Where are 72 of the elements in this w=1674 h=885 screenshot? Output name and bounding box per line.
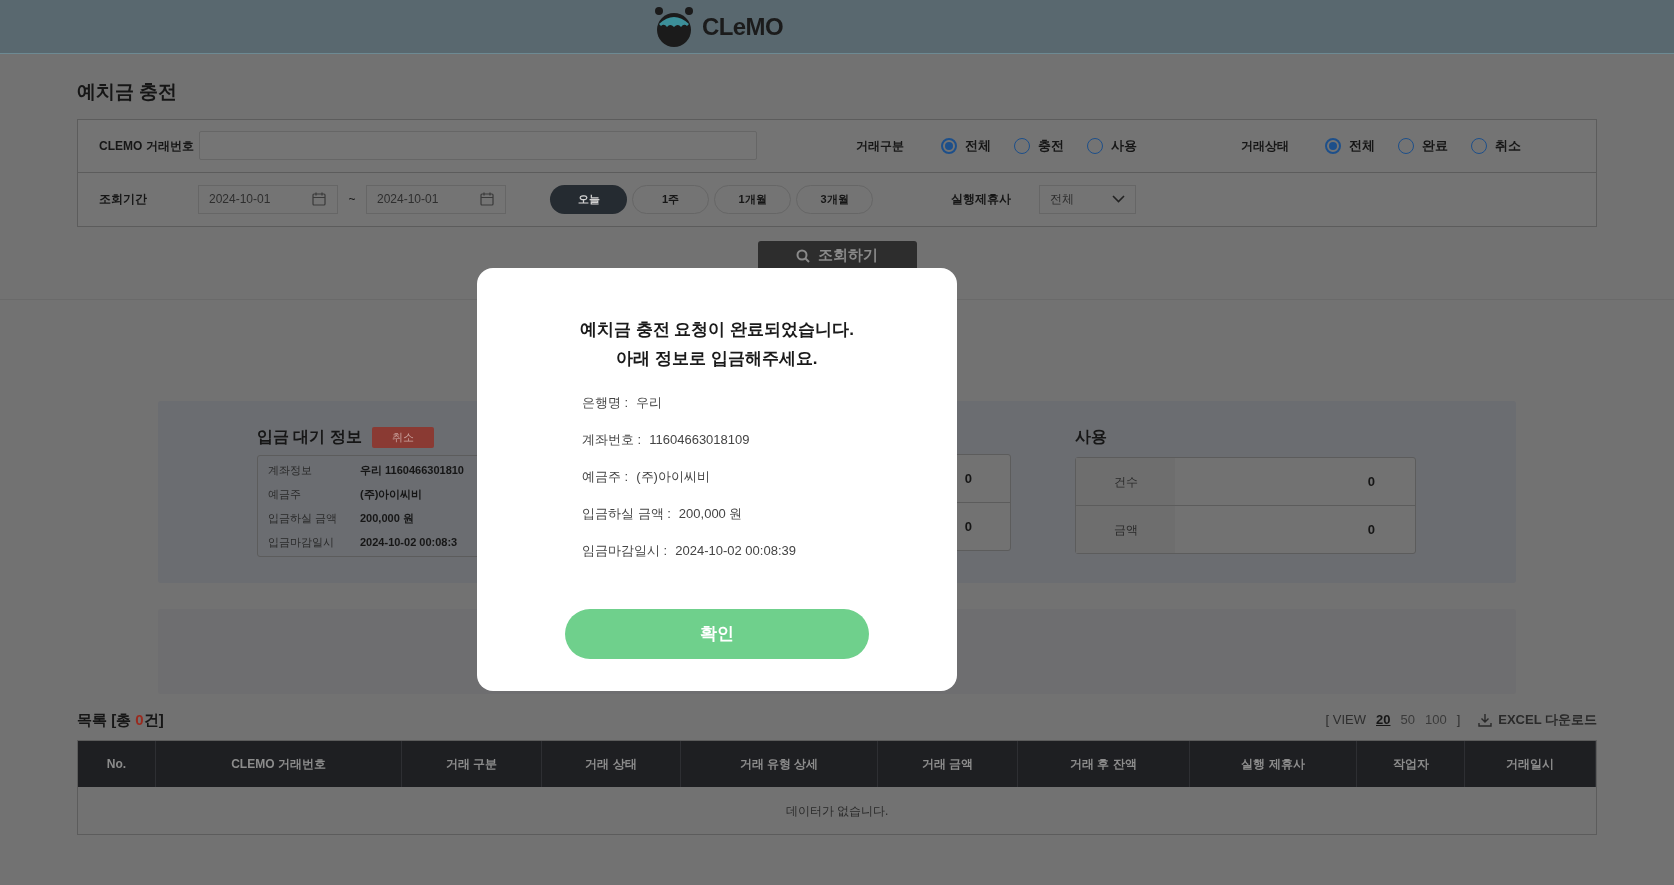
stat-value: 0 bbox=[964, 469, 972, 488]
info-label: 입금마감일시 bbox=[267, 534, 335, 550]
radio-option[interactable]: 전체 bbox=[941, 135, 991, 156]
column-header: 거래 후 잔액 bbox=[1018, 741, 1190, 787]
range-separator: ~ bbox=[347, 191, 357, 208]
stat-value: 0 bbox=[1366, 472, 1376, 491]
calendar-icon bbox=[311, 191, 327, 207]
column-header: 실행 제휴사 bbox=[1190, 741, 1357, 787]
logo-mascot-icon bbox=[654, 5, 694, 48]
column-header: 작업자 bbox=[1357, 741, 1465, 787]
empty-message: 데이터가 없습니다. bbox=[785, 802, 889, 820]
calendar-icon bbox=[479, 191, 495, 207]
search-button[interactable]: 조회하기 bbox=[757, 240, 917, 271]
dialog-title: 예치금 충전 요청이 완료되었습니다. bbox=[580, 319, 854, 341]
dialog-title: 아래 정보로 입금해주세요. bbox=[616, 347, 818, 370]
list-title: 목록 [총 0건] bbox=[77, 709, 164, 730]
radio-option[interactable]: 충전 bbox=[1014, 135, 1064, 156]
info-value: 11604663018109 bbox=[649, 431, 750, 450]
field-label: 실행제휴사 bbox=[951, 191, 1012, 208]
page-title: 예치금 충전 bbox=[77, 80, 179, 104]
page-size-option[interactable]: 20 bbox=[1376, 710, 1391, 730]
info-value: 200,000 원 bbox=[678, 505, 743, 524]
partner-select[interactable]: 전체 bbox=[1039, 184, 1136, 214]
download-icon bbox=[1478, 713, 1493, 727]
info-value: 200,000 원 bbox=[360, 510, 414, 526]
info-label: 입금하실 금액 bbox=[267, 510, 339, 526]
logo[interactable]: CLeMO bbox=[654, 5, 783, 48]
info-value: 2024-10-02 00:08:39 bbox=[675, 542, 796, 561]
info-label: 계좌번호 : bbox=[582, 431, 642, 450]
stat-label: 금액 bbox=[1076, 506, 1175, 553]
stat-label: 건수 bbox=[1076, 458, 1175, 505]
info-label: 은행명 : bbox=[582, 394, 629, 413]
column-header: CLEMO 거래번호 bbox=[156, 741, 402, 787]
info-value: (주)아이씨비 bbox=[360, 486, 423, 502]
info-value: 2024-10-02 00:08:3 bbox=[360, 534, 458, 550]
column-header: 거래일시 bbox=[1465, 741, 1596, 787]
radio-option[interactable]: 완료 bbox=[1398, 135, 1448, 156]
search-icon bbox=[796, 248, 810, 263]
info-label: 임금마감일시 : bbox=[582, 542, 668, 561]
section-title: 사용 bbox=[1075, 427, 1108, 447]
radio-option[interactable]: 전체 bbox=[1325, 135, 1375, 156]
date-field[interactable]: 2024-10-01 bbox=[366, 184, 506, 214]
field-label: CLEMO 거래번호 bbox=[98, 137, 195, 155]
radio-option[interactable]: 사용 bbox=[1087, 135, 1137, 156]
column-header: 거래 유형 상세 bbox=[681, 741, 878, 787]
chevron-down-icon bbox=[1112, 195, 1125, 203]
info-label: 입금하실 금액 : bbox=[582, 505, 671, 524]
page-size-option[interactable]: 100 bbox=[1424, 710, 1447, 730]
info-label: 계좌정보 bbox=[267, 462, 313, 478]
excel-download-button[interactable]: EXCEL 다운로드 bbox=[1478, 710, 1597, 730]
info-label: 예금주 : bbox=[582, 468, 629, 487]
info-value: 우리 1160466301810 bbox=[360, 462, 464, 478]
stat-value: 0 bbox=[1366, 520, 1376, 539]
period-button[interactable]: 오늘 bbox=[550, 184, 627, 214]
column-header: 거래 상태 bbox=[542, 741, 681, 787]
column-header: 거래 구분 bbox=[402, 741, 542, 787]
column-header: 거래 금액 bbox=[878, 741, 1018, 787]
radio-option[interactable]: 취소 bbox=[1471, 135, 1521, 156]
cancel-button[interactable]: 취소 bbox=[371, 426, 434, 448]
field-label: 거래상태 bbox=[1241, 137, 1290, 155]
info-label: 예금주 bbox=[267, 486, 302, 502]
info-value: (주)아이씨비 bbox=[636, 468, 710, 487]
view-bracket: ] bbox=[1456, 711, 1461, 730]
stat-value: 0 bbox=[964, 517, 972, 536]
field-label: 거래구분 bbox=[856, 137, 905, 155]
section-title: 입금 대기 정보 bbox=[257, 427, 362, 447]
view-label: [ VIEW bbox=[1325, 711, 1366, 730]
column-header: No. bbox=[78, 741, 156, 787]
page-size-option[interactable]: 50 bbox=[1400, 710, 1415, 730]
date-field[interactable]: 2024-10-01 bbox=[198, 184, 338, 214]
info-value: 우리 bbox=[636, 394, 663, 413]
field-label: 조회기간 bbox=[98, 191, 148, 208]
